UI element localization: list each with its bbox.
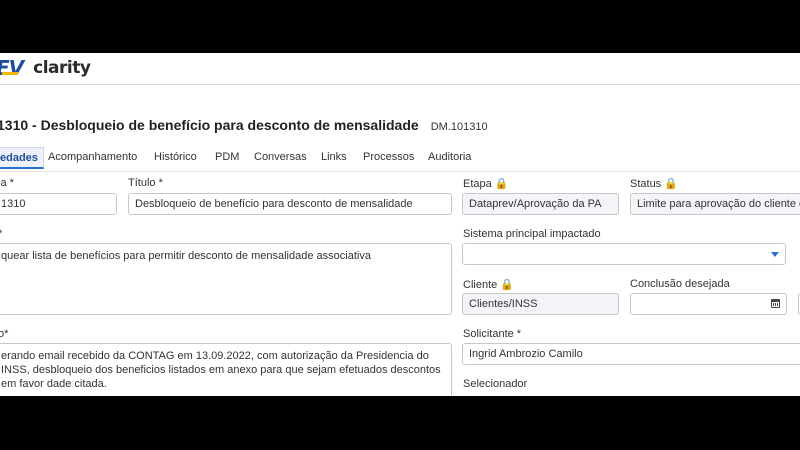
etapa-value: Dataprev/Aprovação da PA: [469, 198, 602, 210]
clarity-logo[interactable]: EV clarity: [0, 56, 91, 80]
tab-bar: edades Acompanhamento Histórico PDM Conv…: [0, 147, 800, 172]
status-label: Status 🔒: [630, 178, 678, 190]
logo-accent-bar: [2, 72, 18, 75]
tab-links[interactable]: Links: [321, 151, 347, 163]
field-label-descricao: *: [0, 228, 2, 240]
status-value: Limite para aprovação do cliente e: [637, 198, 800, 210]
field-label-justificativa: o*: [0, 328, 9, 340]
tab-processos[interactable]: Processos: [363, 151, 414, 163]
etapa-label: Etapa 🔒: [463, 178, 509, 190]
tab-acompanhamento[interactable]: Acompanhamento: [48, 151, 137, 163]
status-field: Limite para aprovação do cliente e: [630, 193, 800, 215]
tab-propriedades[interactable]: edades: [0, 147, 44, 169]
cliente-label: Cliente 🔒: [463, 279, 514, 291]
justificativa-textarea[interactable]: erando email recebido da CONTAG em 13.09…: [0, 343, 452, 396]
logo-name: clarity: [33, 58, 91, 78]
page-code: DM.101310: [430, 121, 488, 133]
descricao-textarea[interactable]: quear lista de benefícios para permitir …: [0, 243, 452, 315]
solicitante-value: Ingrid Ambrozio Camilo: [469, 348, 583, 360]
justificativa-value: erando email recebido da CONTAG em 13.09…: [1, 350, 441, 390]
conclusao-label: Conclusão desejada: [630, 278, 730, 290]
descricao-value: quear lista de benefícios para permitir …: [1, 250, 371, 262]
cliente-value: Clientes/INSS: [469, 298, 538, 310]
solicitante-label: Solicitante *: [463, 328, 522, 340]
tab-auditoria[interactable]: Auditoria: [428, 151, 471, 163]
id-value: 1310: [1, 198, 26, 210]
top-bar: EV clarity: [0, 53, 800, 85]
conclusao-date-input[interactable]: [630, 293, 787, 315]
chevron-down-icon[interactable]: [771, 252, 779, 257]
tab-pdm[interactable]: PDM: [215, 151, 239, 163]
cliente-field: Clientes/INSS: [462, 293, 619, 315]
titulo-field[interactable]: Desbloqueio de benefício para desconto d…: [128, 193, 452, 215]
id-field[interactable]: 1310: [0, 193, 117, 215]
etapa-field: Dataprev/Aprovação da PA: [462, 193, 619, 215]
tab-historico[interactable]: Histórico: [154, 151, 197, 163]
sistema-label: Sistema principal impactado: [463, 228, 601, 240]
page-header: 1310 - Desbloqueio de benefício para des…: [0, 117, 488, 137]
titulo-value: Desbloqueio de benefício para desconto d…: [135, 198, 413, 210]
field-label-id: ia *: [0, 177, 14, 189]
tab-conversas[interactable]: Conversas: [254, 151, 307, 163]
sistema-select[interactable]: [462, 243, 786, 265]
titulo-label: Título *: [128, 177, 163, 189]
solicitante-field[interactable]: Ingrid Ambrozio Camilo: [462, 343, 800, 365]
calendar-icon[interactable]: [771, 299, 780, 308]
page-title: 1310 - Desbloqueio de benefício para des…: [0, 117, 419, 133]
selecionador-label: Selecionador: [463, 378, 528, 390]
logo-prefix: EV: [0, 56, 24, 80]
app-window: EV clarity 1310 - Desbloqueio de benefíc…: [0, 53, 800, 396]
